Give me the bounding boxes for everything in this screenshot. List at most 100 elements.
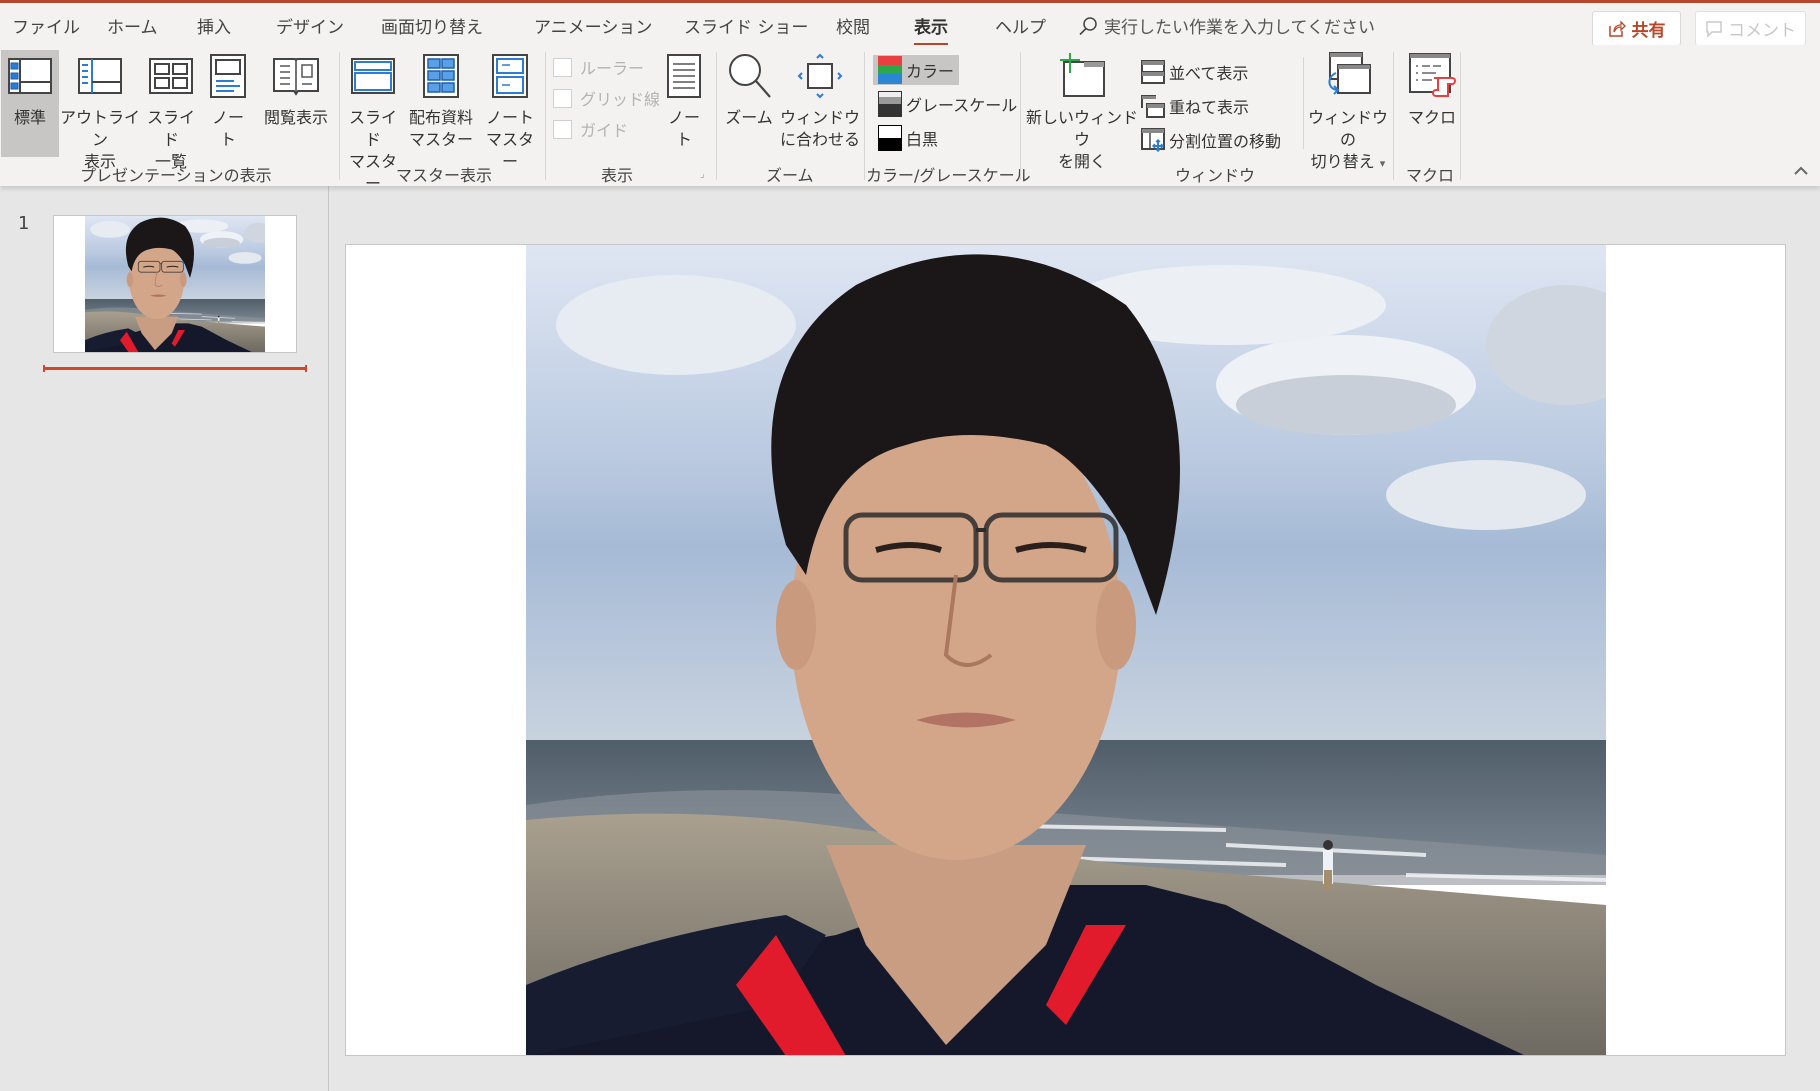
group-separator: [1460, 52, 1461, 180]
color-label: カラー: [906, 62, 955, 81]
switch-windows-label-2: 切り替え ▾: [1311, 151, 1386, 175]
color-button[interactable]: カラー: [873, 55, 960, 85]
guides-checkbox[interactable]: ガイド: [553, 117, 628, 141]
grayscale-label: グレースケール: [906, 96, 1018, 115]
reading-view-icon: [273, 52, 319, 100]
checkbox-box: [553, 88, 572, 108]
handout-master-label-2: マスター: [408, 130, 473, 149]
switch-windows-text: 切り替え: [1310, 152, 1375, 171]
group-label-show: 表示: [601, 166, 634, 185]
slide-photo[interactable]: [526, 245, 1606, 1056]
slide-thumbnail[interactable]: [53, 215, 297, 353]
switch-windows-button[interactable]: ウィンドウの 切り替え ▾: [1307, 50, 1389, 175]
comment-icon: [1706, 20, 1722, 38]
new-window-button[interactable]: 新しいウィンドウ を開く: [1024, 50, 1140, 173]
collapse-ribbon-button[interactable]: [1793, 164, 1809, 180]
dropdown-arrow-icon: ▾: [1379, 157, 1386, 170]
notes-icon: [667, 52, 701, 100]
tab-transitions[interactable]: 画面切り替え: [381, 13, 483, 38]
tab-slideshow[interactable]: スライド ショー: [684, 13, 808, 38]
handout-master-label-1: 配布資料: [408, 108, 473, 127]
tab-file[interactable]: ファイル: [12, 13, 80, 38]
grayscale-icon: [878, 91, 902, 117]
slide-master-label-1: スライド: [348, 108, 397, 149]
group-separator: [1020, 52, 1021, 180]
new-window-label-1: 新しいウィンドウ: [1025, 108, 1138, 149]
normal-view-icon: [8, 52, 52, 100]
notes-button[interactable]: ノー ト: [662, 50, 706, 151]
group-label-window: ウィンドウ: [1175, 166, 1256, 185]
normal-view-label: 標準: [13, 108, 46, 127]
fit-to-window-icon: [796, 52, 844, 100]
tab-review[interactable]: 校閲: [836, 13, 870, 38]
cascade-icon: [1141, 95, 1165, 118]
group-separator: [864, 52, 865, 180]
notes-master-icon: [492, 52, 528, 100]
arrange-all-icon: [1141, 60, 1165, 84]
group-label-presentation-views: プレゼンテーションの表示: [80, 166, 272, 185]
checkbox-box: [553, 119, 572, 139]
tell-me-search[interactable]: 実行したい作業を入力してください: [1078, 13, 1375, 38]
handout-master-icon: [423, 52, 459, 100]
slide-sorter-icon: [149, 52, 193, 100]
arrange-all-button[interactable]: 並べて表示: [1136, 57, 1253, 87]
tab-help[interactable]: ヘルプ: [995, 13, 1046, 38]
notes-label-1: ノー: [667, 108, 700, 127]
notes-label-2: ト: [675, 130, 692, 149]
cascade-label: 重ねて表示: [1169, 98, 1250, 117]
normal-view-button[interactable]: 標準: [1, 50, 59, 157]
tab-home[interactable]: ホーム: [107, 13, 158, 38]
cascade-button[interactable]: 重ねて表示: [1136, 91, 1254, 121]
zoom-icon: [725, 52, 773, 100]
move-split-label: 分割位置の移動: [1169, 132, 1282, 151]
checkbox-box: [553, 57, 572, 77]
dialog-launcher-icon[interactable]: ⌟: [700, 169, 705, 180]
macros-button[interactable]: マクロ: [1397, 50, 1467, 129]
slide-sorter-label-1: スライド: [146, 108, 195, 149]
group-label-macros: マクロ: [1406, 166, 1455, 185]
arrange-all-label: 並べて表示: [1169, 64, 1249, 83]
slide-thumbnails-pane: 1: [0, 186, 329, 1091]
reading-view-label: 閲覧表示: [263, 108, 328, 127]
tab-animations[interactable]: アニメーション: [534, 13, 652, 38]
gridlines-checkbox[interactable]: グリッド線: [553, 86, 660, 110]
search-icon: [1079, 16, 1097, 35]
reading-view-button[interactable]: 閲覧表示: [258, 50, 334, 129]
ribbon-view: 標準 アウトライン 表示 スライド 一覧 ノー ト 閲覧表示 プレゼンテーション…: [0, 45, 1820, 193]
notes-master-button[interactable]: ノート マスター: [479, 50, 541, 173]
black-white-button[interactable]: 白黒: [873, 123, 943, 153]
notes-page-button[interactable]: ノー ト: [206, 50, 250, 151]
handout-master-button[interactable]: 配布資料 マスター: [405, 50, 477, 151]
tab-insert[interactable]: 挿入: [197, 13, 231, 38]
notes-page-label-2: ト: [219, 130, 236, 149]
grayscale-button[interactable]: グレースケール: [873, 89, 1022, 119]
move-split-button[interactable]: 分割位置の移動: [1136, 125, 1286, 155]
fit-to-window-button[interactable]: ウィンドウ に合わせる: [780, 50, 860, 151]
slide-sorter-button[interactable]: スライド 一覧: [143, 50, 199, 173]
tab-view[interactable]: 表示: [914, 13, 948, 47]
group-separator: [1303, 57, 1304, 149]
slide-master-icon: [351, 52, 395, 100]
share-label: 共有: [1631, 21, 1666, 41]
insertion-marker: [43, 365, 307, 372]
macros-icon: [1408, 52, 1456, 100]
zoom-button[interactable]: ズーム: [720, 50, 778, 129]
color-icon: [878, 56, 902, 84]
switch-windows-icon: [1324, 52, 1372, 100]
group-separator: [545, 52, 546, 180]
comment-button[interactable]: コメント: [1695, 11, 1806, 46]
group-separator: [716, 52, 717, 180]
new-window-label-2: を開く: [1057, 152, 1106, 171]
group-label-color-grayscale: カラー/グレースケール: [866, 166, 1031, 185]
outline-view-label-1: アウトライン: [60, 108, 141, 149]
ruler-checkbox[interactable]: ルーラー: [553, 55, 644, 79]
notes-page-icon: [210, 52, 246, 100]
slide-master-button[interactable]: スライド マスター: [343, 50, 403, 195]
outline-view-button[interactable]: アウトライン 表示: [60, 50, 140, 173]
ribbon-tab-bar: ファイル ホーム 挿入 デザイン 画面切り替え アニメーション スライド ショー…: [0, 3, 1820, 47]
tab-design[interactable]: デザイン: [276, 13, 344, 38]
share-button[interactable]: 共有: [1592, 11, 1681, 46]
new-window-icon: [1058, 52, 1106, 100]
slide-editor-pane: [330, 186, 1820, 1091]
current-slide[interactable]: [345, 244, 1786, 1056]
